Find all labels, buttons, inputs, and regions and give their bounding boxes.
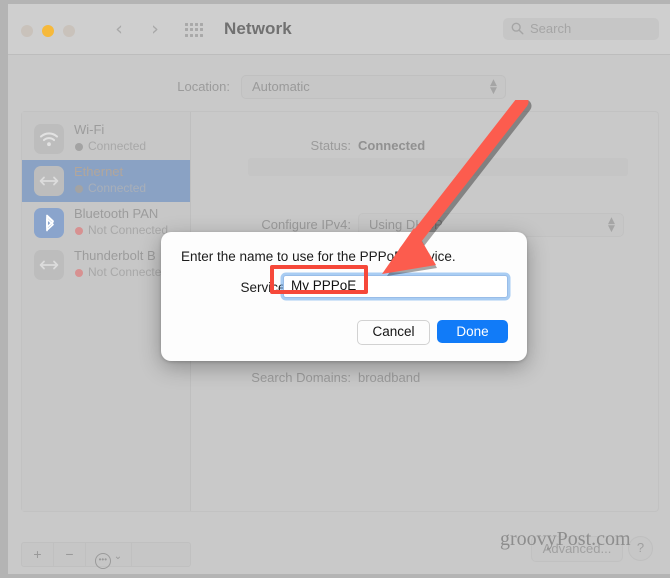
- remove-service-button[interactable]: −: [54, 543, 86, 566]
- sidebar-item-ethernet[interactable]: Ethernet Connected: [22, 160, 190, 202]
- search-placeholder-text: Search: [530, 21, 572, 36]
- services-toolbar: + − ••• ⌄: [21, 542, 191, 569]
- chevron-up-down-icon: ▲ ▼: [608, 216, 615, 234]
- configure-ipv4-label: Configure IPv4:: [261, 217, 351, 232]
- ethernet-icon: [34, 166, 64, 196]
- page-title: Network: [224, 19, 292, 38]
- status-description: [248, 158, 628, 176]
- done-button[interactable]: Done: [437, 320, 508, 343]
- window-titlebar: ‹ › Network Search: [8, 4, 670, 55]
- sidebar-item-label: Ethernet: [74, 164, 124, 179]
- configure-ipv4-value: Using DHCP: [369, 217, 443, 232]
- back-arrow-icon[interactable]: ‹: [111, 20, 127, 39]
- forward-arrow-icon[interactable]: ›: [147, 20, 163, 39]
- sidebar-item-status: Connected: [88, 139, 147, 153]
- action-menu-button[interactable]: ••• ⌄: [86, 543, 132, 569]
- annotation-highlight-box: [270, 265, 368, 294]
- search-input[interactable]: Search: [503, 18, 659, 40]
- chevron-down-icon: ⌄: [113, 551, 123, 562]
- gear-icon: •••: [94, 553, 111, 569]
- pppoe-service-name-dialog: Enter the name to use for the PPPoE Serv…: [161, 232, 527, 361]
- minimize-window-button[interactable]: [42, 25, 54, 37]
- location-dropdown[interactable]: Automatic ▲ ▼: [241, 75, 506, 99]
- sidebar-item-label: Wi-Fi: [74, 122, 105, 137]
- help-button[interactable]: ?: [628, 536, 653, 561]
- status-label: Status:: [310, 138, 351, 153]
- cancel-button[interactable]: Cancel: [357, 320, 430, 345]
- add-service-button[interactable]: +: [22, 543, 54, 566]
- dialog-title: Enter the name to use for the PPPoE Serv…: [181, 249, 456, 264]
- search-domains-value: broadband: [358, 370, 421, 385]
- sidebar-item-wifi[interactable]: Wi-Fi Connected: [22, 118, 190, 160]
- watermark: groovyPost.com: [500, 528, 631, 550]
- bluetooth-icon: [34, 208, 64, 238]
- show-all-grid-icon[interactable]: [185, 23, 204, 38]
- status-value: Connected: [358, 138, 426, 153]
- sidebar-item-label: Bluetooth PAN: [74, 206, 159, 221]
- sidebar-item-status: Not Connected: [88, 265, 169, 279]
- sidebar-item-label: Thunderbolt B: [74, 248, 156, 263]
- location-row: Location: Automatic ▲ ▼: [8, 75, 670, 99]
- search-icon: [511, 22, 524, 35]
- location-value: Automatic: [252, 79, 310, 94]
- screenshot-root: ‹ › Network Search Location: Automatic ▲…: [0, 0, 670, 578]
- close-window-button[interactable]: [21, 25, 33, 37]
- thunderbolt-icon: [34, 250, 64, 280]
- location-label: Location:: [177, 79, 230, 94]
- chevron-up-down-icon: ▲ ▼: [490, 78, 497, 96]
- zoom-window-button[interactable]: [63, 25, 75, 37]
- sidebar-item-status: Not Connected: [88, 223, 169, 237]
- sidebar-item-status: Connected: [88, 181, 147, 195]
- wifi-icon: [34, 124, 64, 154]
- search-domains-label: Search Domains:: [251, 370, 351, 385]
